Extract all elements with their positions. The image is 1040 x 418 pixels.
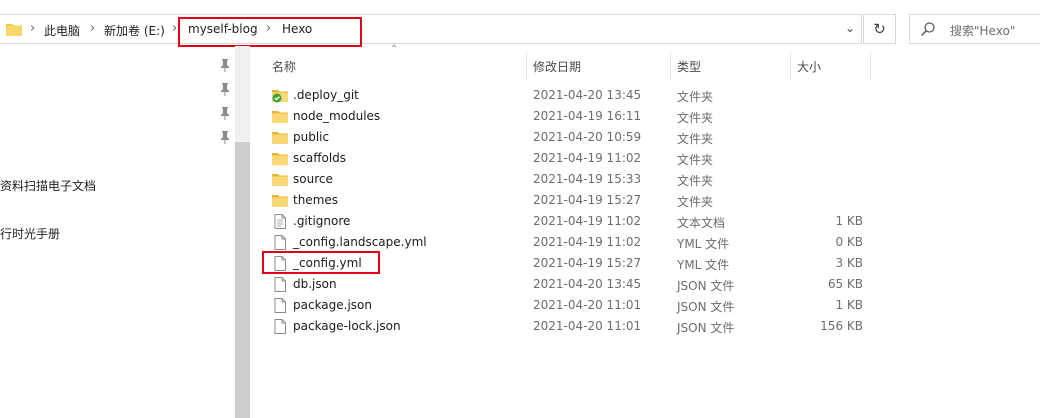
file-modified-date: 2021-04-19 11:02 [533, 214, 642, 228]
folder-icon [6, 24, 22, 36]
pin-icon [221, 131, 229, 144]
file-size: 0 KB [835, 235, 863, 249]
file-name: _config.landscape.yml [293, 235, 427, 249]
file-row[interactable]: themes 2021-04-19 15:27 文件夹 [262, 190, 872, 211]
file-modified-date: 2021-04-20 13:45 [533, 88, 642, 102]
column-divider[interactable] [790, 52, 791, 80]
file-type: 文件夹 [677, 174, 714, 188]
file-icon [272, 235, 288, 250]
breadcrumb-hexo[interactable]: Hexo [282, 22, 312, 36]
file-size: 156 KB [820, 319, 863, 333]
file-modified-date: 2021-04-19 11:02 [533, 235, 642, 249]
file-modified-date: 2021-04-19 15:27 [533, 193, 642, 207]
address-bar[interactable]: › 此电脑 › 新加卷 (E:) › myself-blog › Hexo ⌄ [0, 14, 862, 44]
file-name: package.json [293, 298, 373, 312]
file-modified-date: 2021-04-20 11:01 [533, 298, 642, 312]
file-name: scaffolds [293, 151, 347, 165]
breadcrumb-this-pc[interactable]: 此电脑 [44, 22, 80, 39]
file-modified-date: 2021-04-19 15:27 [533, 256, 642, 270]
file-size: 3 KB [835, 256, 863, 270]
sort-ascending-icon: ⌃ [390, 44, 399, 55]
pin-icon [221, 83, 229, 96]
file-row[interactable]: node_modules 2021-04-19 16:11 文件夹 [262, 106, 872, 127]
file-row[interactable]: source 2021-04-19 15:33 文件夹 [262, 169, 872, 190]
file-modified-date: 2021-04-19 16:11 [533, 109, 642, 123]
file-type: 文件夹 [677, 111, 714, 125]
file-size: 65 KB [827, 277, 863, 291]
file-name: public [293, 130, 330, 144]
file-type: 文件夹 [677, 132, 714, 146]
file-name: node_modules [293, 109, 381, 123]
nav-item-scan-docs[interactable]: 资料扫描电子文档 [0, 177, 96, 194]
search-icon [921, 22, 935, 36]
file-modified-date: 2021-04-20 11:01 [533, 319, 642, 333]
folder-sync-icon [272, 88, 288, 103]
column-header-size[interactable]: 大小 [797, 58, 821, 75]
file-name: package-lock.json [293, 319, 401, 333]
file-row[interactable]: scaffolds 2021-04-19 11:02 文件夹 [262, 148, 872, 169]
file-row[interactable]: package.json 2021-04-20 11:01 JSON 文件 1 KB [262, 295, 872, 316]
file-row[interactable]: package-lock.json 2021-04-20 11:01 JSON 文件… [262, 316, 872, 337]
column-divider[interactable] [870, 52, 871, 80]
file-type: YML 文件 [677, 258, 730, 272]
file-type: 文本文档 [677, 216, 726, 230]
breadcrumb-separator[interactable]: › [266, 21, 271, 36]
breadcrumb-myself-blog[interactable]: myself-blog [188, 22, 258, 36]
pin-icon [221, 59, 229, 72]
file-type: YML 文件 [677, 237, 730, 251]
file-type: JSON 文件 [677, 300, 735, 314]
file-icon [272, 298, 288, 313]
file-name: source [293, 172, 333, 186]
file-row[interactable]: .deploy_git 2021-04-20 13:45 文件夹 [262, 85, 872, 106]
pin-icon [221, 107, 229, 120]
folder-icon [272, 151, 288, 166]
file-size: 1 KB [835, 214, 863, 228]
file-name: themes [293, 193, 339, 207]
file-modified-date: 2021-04-19 15:33 [533, 172, 642, 186]
file-name: .gitignore [293, 214, 351, 228]
column-header-type[interactable]: 类型 [677, 58, 701, 75]
file-modified-date: 2021-04-20 13:45 [533, 277, 642, 291]
refresh-icon: ↻ [873, 20, 886, 38]
file-icon [272, 256, 288, 271]
column-divider[interactable] [526, 52, 527, 80]
search-box[interactable]: 搜索"Hexo" [909, 14, 1040, 44]
column-divider[interactable] [670, 52, 671, 80]
file-row[interactable]: _config.yml 2021-04-19 15:27 YML 文件 3 KB [262, 253, 872, 274]
file-modified-date: 2021-04-19 11:02 [533, 151, 642, 165]
file-type: 文件夹 [677, 195, 714, 209]
file-type: 文件夹 [677, 153, 714, 167]
file-type: JSON 文件 [677, 279, 735, 293]
file-row[interactable]: public 2021-04-20 10:59 文件夹 [262, 127, 872, 148]
file-name: _config.yml [293, 256, 362, 270]
file-modified-date: 2021-04-20 10:59 [533, 130, 642, 144]
folder-icon [272, 172, 288, 187]
nav-item-travel-handbook[interactable]: 行时光手册 [0, 225, 60, 242]
column-header-date[interactable]: 修改日期 [533, 58, 581, 75]
breadcrumb-separator[interactable]: › [90, 21, 95, 36]
column-header-name[interactable]: 名称 [272, 58, 296, 75]
chevron-down-icon[interactable]: ⌄ [845, 21, 855, 35]
file-row[interactable]: db.json 2021-04-20 13:45 JSON 文件 65 KB [262, 274, 872, 295]
nav-scrollbar-thumb[interactable] [235, 142, 250, 418]
folder-icon [272, 130, 288, 145]
file-icon [272, 319, 288, 334]
breadcrumb-drive-e[interactable]: 新加卷 (E:) [104, 22, 165, 39]
file-name: .deploy_git [293, 88, 359, 102]
file-type: JSON 文件 [677, 321, 735, 335]
file-row[interactable]: .gitignore 2021-04-19 11:02 文本文档 1 KB [262, 211, 872, 232]
file-type: 文件夹 [677, 90, 714, 104]
file-size: 1 KB [835, 298, 863, 312]
file-name: db.json [293, 277, 337, 291]
folder-icon [272, 109, 288, 124]
text-file-icon [272, 214, 288, 229]
file-icon [272, 277, 288, 292]
breadcrumb-separator[interactable]: › [172, 21, 177, 36]
refresh-button[interactable]: ↻ [863, 14, 896, 44]
search-placeholder: 搜索"Hexo" [950, 24, 1016, 38]
folder-icon [272, 193, 288, 208]
file-row[interactable]: _config.landscape.yml 2021-04-19 11:02 YML… [262, 232, 872, 253]
breadcrumb-separator[interactable]: › [30, 21, 35, 36]
